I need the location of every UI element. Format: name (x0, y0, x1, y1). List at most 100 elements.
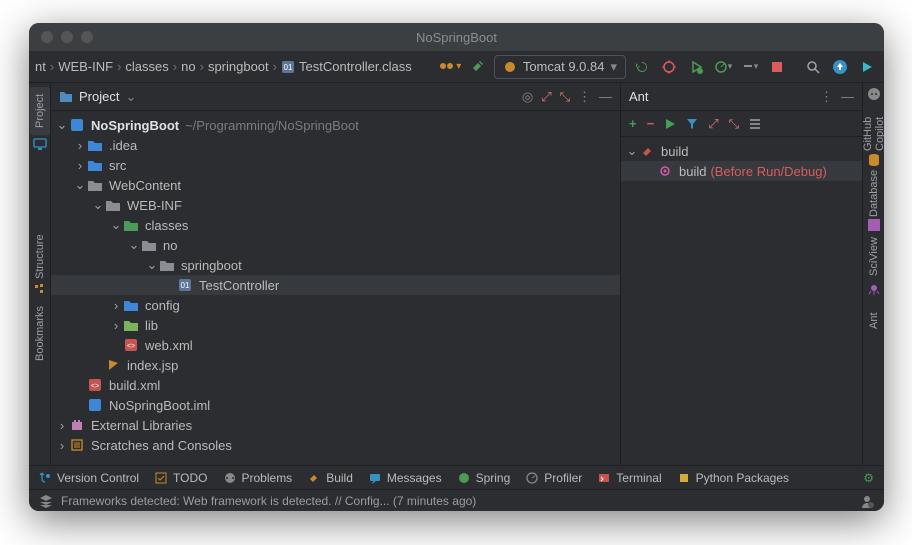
tree-item-src[interactable]: ›src (51, 155, 620, 175)
sciview-icon[interactable] (868, 219, 880, 231)
messages-tool[interactable]: Messages (369, 471, 442, 485)
project-tree[interactable]: ⌄ NoSpringBoot ~/Programming/NoSpringBoo… (51, 111, 620, 465)
project-panel: Project ⌄ ◎ ⤢ ⤡ ⋮ — ⌄ NoSpringBoot ~/Pro… (51, 83, 621, 465)
run-coverage-icon[interactable] (685, 56, 707, 78)
code-with-me-icon[interactable]: ▾ (440, 56, 462, 78)
tree-item-idea[interactable]: ›.idea (51, 135, 620, 155)
run-anything-icon[interactable] (856, 56, 878, 78)
ant-icon[interactable] (868, 283, 880, 295)
vc-tool[interactable]: Version Control (39, 471, 139, 485)
bottom-toolbar: Version Control TODO Problems Build Mess… (29, 465, 884, 489)
spring-tool[interactable]: Spring (458, 471, 511, 485)
run-config-selector[interactable]: Tomcat 9.0.84 ▾ (494, 55, 626, 79)
breadcrumb-item[interactable]: nt (35, 59, 46, 74)
close-dot[interactable] (41, 31, 53, 43)
ant-root[interactable]: ⌄ build (621, 141, 862, 161)
left-tool-strip: Project Structure Bookmarks (29, 83, 51, 465)
ant-tree[interactable]: ⌄ build build (Before Run/Debug) (621, 137, 862, 465)
search-icon[interactable] (802, 56, 824, 78)
remove-icon[interactable]: − (647, 116, 655, 131)
tree-item-webxml[interactable]: <>web.xml (51, 335, 620, 355)
add-icon[interactable]: + (629, 116, 637, 131)
breadcrumb[interactable]: nt› WEB-INF› classes› no› springboot› 01… (35, 59, 412, 74)
target-icon[interactable]: ◎ (522, 89, 533, 105)
python-tool[interactable]: Python Packages (678, 471, 789, 485)
sync-icon[interactable] (829, 56, 851, 78)
collapse-all-icon[interactable]: ⤡ (729, 116, 739, 132)
terminal-tool[interactable]: Terminal (598, 471, 661, 485)
root-label: NoSpringBoot (91, 118, 179, 133)
structure-tab[interactable]: Structure (30, 233, 50, 281)
breadcrumb-item[interactable]: TestController.class (299, 59, 412, 74)
tree-item-scratch[interactable]: ›Scratches and Consoles (51, 435, 620, 455)
svg-text:<>: <> (91, 383, 99, 390)
database-icon[interactable] (868, 153, 880, 167)
breadcrumb-item[interactable]: no (181, 59, 195, 74)
admin-icon[interactable] (860, 494, 874, 508)
problems-tool[interactable]: Problems (224, 471, 293, 485)
run-icon[interactable] (664, 118, 676, 130)
monitor-icon[interactable] (33, 137, 47, 151)
expand-all-icon[interactable]: ⤢ (708, 116, 718, 132)
sciview-tab[interactable]: SciView (864, 233, 884, 281)
gear-icon[interactable]: ⚙ (863, 471, 874, 485)
tree-item-no[interactable]: ⌄no (51, 235, 620, 255)
ant-panel-header: Ant ⋮ — (621, 83, 862, 111)
stop-icon[interactable] (766, 56, 788, 78)
attach-icon[interactable]: ▾ (739, 56, 761, 78)
profile-icon[interactable]: ▾ (712, 56, 734, 78)
database-tab[interactable]: Database (864, 169, 884, 217)
traffic-lights[interactable] (41, 31, 93, 43)
more-icon[interactable]: ⋮ (578, 89, 591, 105)
hide-icon[interactable]: — (599, 89, 612, 105)
root-path: ~/Programming/NoSpringBoot (185, 118, 359, 133)
max-dot[interactable] (81, 31, 93, 43)
bookmarks-tab[interactable]: Bookmarks (30, 309, 50, 357)
tree-item-springboot[interactable]: ⌄springboot (51, 255, 620, 275)
breadcrumb-item[interactable]: WEB-INF (58, 59, 113, 74)
ant-tab[interactable]: Ant (864, 297, 884, 345)
project-tab[interactable]: Project (30, 87, 50, 135)
breadcrumb-item[interactable]: classes (125, 59, 168, 74)
hide-icon[interactable]: — (841, 89, 854, 105)
tree-root[interactable]: ⌄ NoSpringBoot ~/Programming/NoSpringBoo… (51, 115, 620, 135)
project-panel-title: Project (79, 89, 119, 104)
tree-item-indexjsp[interactable]: index.jsp (51, 355, 620, 375)
ant-target-label: build (679, 164, 706, 179)
profiler-tool[interactable]: Profiler (526, 471, 582, 485)
more-icon[interactable]: ⋮ (820, 89, 833, 105)
tree-item-extlib[interactable]: ›External Libraries (51, 415, 620, 435)
ant-target[interactable]: build (Before Run/Debug) (621, 161, 862, 181)
collapse-icon[interactable]: ⤡ (560, 89, 570, 105)
run-config-label: Tomcat 9.0.84 (523, 59, 605, 74)
tree-item-lib[interactable]: ›lib (51, 315, 620, 335)
tree-item-testcontroller[interactable]: 01TestController (51, 275, 620, 295)
filter-icon[interactable] (686, 118, 698, 130)
tree-item-webcontent[interactable]: ⌄WebContent (51, 175, 620, 195)
github-copilot-tab[interactable]: GitHub Copilot (864, 103, 884, 151)
chevron-down-icon[interactable]: ⌄ (125, 89, 136, 105)
status-bar: Frameworks detected: Web framework is de… (29, 489, 884, 511)
breadcrumb-item[interactable]: springboot (208, 59, 269, 74)
class-file-icon: 01 (281, 60, 295, 74)
expand-icon[interactable]: ⤢ (541, 89, 551, 105)
hammer-icon[interactable] (467, 56, 489, 78)
tree-item-buildxml[interactable]: <>build.xml (51, 375, 620, 395)
tree-item-classes[interactable]: ⌄classes (51, 215, 620, 235)
svg-text:<>: <> (127, 343, 135, 350)
build-tool[interactable]: Build (308, 471, 353, 485)
tree-item-config[interactable]: ›config (51, 295, 620, 315)
layers-icon[interactable] (39, 494, 53, 508)
bug-icon[interactable] (658, 56, 680, 78)
rerun-icon[interactable] (631, 56, 653, 78)
min-dot[interactable] (61, 31, 73, 43)
ant-panel: Ant ⋮ — + − ⤢ ⤡ ⌄ build (621, 83, 862, 465)
tree-item-iml[interactable]: NoSpringBoot.iml (51, 395, 620, 415)
tomcat-icon (503, 60, 517, 74)
ant-root-label: build (661, 144, 688, 159)
copilot-icon[interactable] (867, 87, 881, 101)
todo-tool[interactable]: TODO (155, 471, 207, 485)
tree-item-webinf[interactable]: ⌄WEB-INF (51, 195, 620, 215)
svg-text:01: 01 (284, 63, 293, 72)
list-icon[interactable] (749, 118, 761, 130)
